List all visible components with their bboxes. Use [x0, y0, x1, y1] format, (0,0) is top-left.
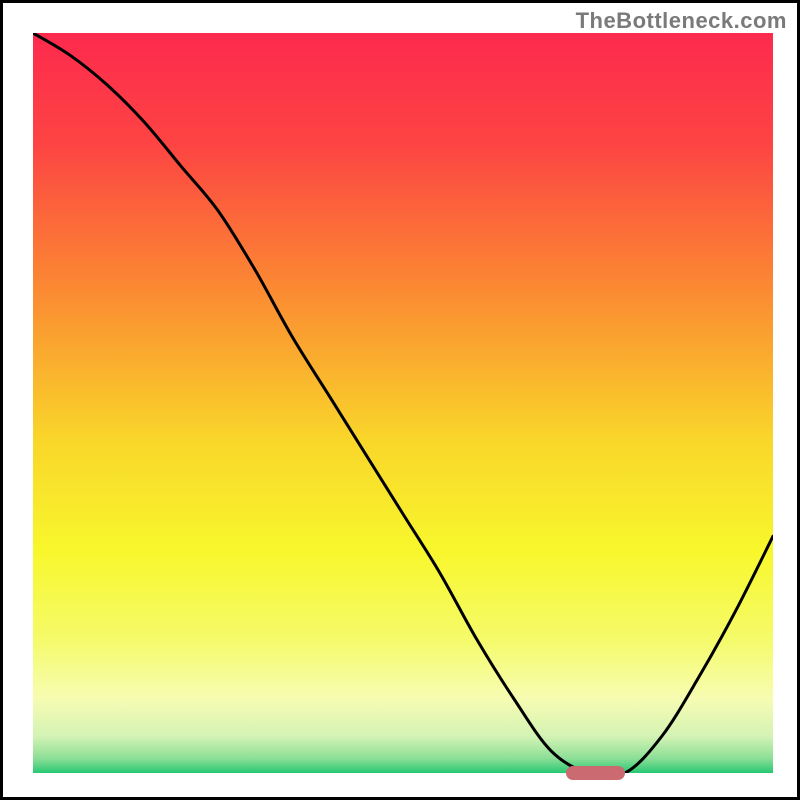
chart-svg — [33, 33, 773, 773]
gradient-background — [33, 33, 773, 773]
chart-frame: TheBottleneck.com — [0, 0, 800, 800]
watermark-text: TheBottleneck.com — [576, 8, 787, 34]
optimal-marker — [566, 766, 625, 780]
plot-area — [33, 33, 773, 773]
